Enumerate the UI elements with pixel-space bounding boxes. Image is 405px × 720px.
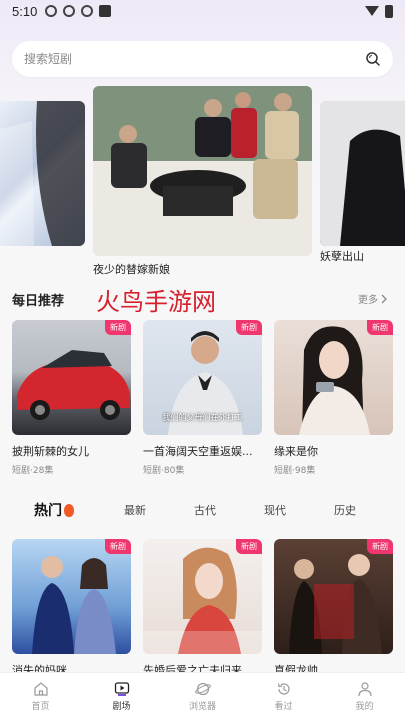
banner-caption-main[interactable]: 夜少的替嫁新娘 bbox=[93, 261, 170, 277]
hot-card[interactable]: 新剧 先婚后爱之亡夫归来 bbox=[143, 539, 262, 678]
app-notification-icon bbox=[63, 5, 76, 17]
more-link[interactable]: 更多 bbox=[358, 291, 388, 306]
card-thumbnail[interactable]: 新剧 bbox=[143, 539, 262, 654]
card-image bbox=[299, 326, 370, 435]
nav-profile[interactable]: 我的 bbox=[324, 673, 405, 720]
status-bar: 5:10 bbox=[0, 0, 405, 22]
card-thumbnail[interactable]: 我们的父母们在外打工 新剧 bbox=[143, 320, 262, 435]
tab-latest[interactable]: 最新 bbox=[124, 502, 194, 518]
card-image bbox=[143, 547, 262, 654]
bottom-navigation: 首页 剧场 浏览器 看过 我的 bbox=[0, 672, 405, 720]
nav-label: 看过 bbox=[274, 702, 293, 712]
banner-image bbox=[93, 86, 312, 256]
new-badge: 新剧 bbox=[236, 539, 262, 554]
nav-theater[interactable]: 剧场 bbox=[81, 673, 162, 720]
category-tabs: 热门 最新 古代 现代 历史 bbox=[34, 500, 404, 520]
theater-icon bbox=[114, 682, 129, 696]
app-notification-icon bbox=[81, 5, 94, 17]
new-badge: 新剧 bbox=[236, 320, 262, 335]
tab-label: 热门 bbox=[34, 503, 62, 519]
battery-icon bbox=[385, 4, 393, 18]
nav-label: 浏览器 bbox=[188, 702, 216, 712]
app-notification-icon bbox=[99, 5, 112, 17]
card-title[interactable]: 缘来是你 bbox=[274, 443, 393, 459]
card-thumbnail[interactable]: 新剧 bbox=[12, 539, 131, 654]
new-badge: 新剧 bbox=[105, 539, 131, 554]
tab-modern[interactable]: 现代 bbox=[264, 502, 334, 518]
card-meta: 短剧·98集 bbox=[274, 466, 316, 476]
banner-slide-main[interactable] bbox=[93, 86, 312, 256]
nav-history[interactable]: 看过 bbox=[243, 673, 324, 720]
banner-image bbox=[320, 101, 405, 246]
flame-icon bbox=[64, 503, 74, 517]
card-thumbnail[interactable]: 新剧 bbox=[12, 320, 131, 435]
card-meta: 短剧·80集 bbox=[143, 466, 185, 476]
banner-slide-right[interactable] bbox=[320, 101, 405, 246]
daily-card[interactable]: 新剧 披荆斩棘的女儿 短剧·28集 bbox=[12, 320, 131, 476]
card-subtitle: 我们的父母们在外打工 bbox=[162, 413, 243, 422]
banner-image bbox=[0, 101, 85, 246]
card-title[interactable]: 披荆斩棘的女儿 bbox=[12, 443, 131, 459]
banner-caption-right[interactable]: 妖孽出山 bbox=[320, 248, 364, 264]
nav-browser[interactable]: 浏览器 bbox=[162, 673, 243, 720]
more-label: 更多 bbox=[358, 295, 378, 306]
card-title[interactable]: 一首海阔天空重返娱... bbox=[143, 443, 262, 459]
history-icon bbox=[277, 683, 290, 695]
section-title-daily: 每日推荐 bbox=[12, 294, 65, 309]
new-badge: 新剧 bbox=[367, 539, 393, 554]
chevron-right-icon bbox=[381, 294, 387, 303]
new-badge: 新剧 bbox=[105, 320, 131, 335]
hot-card[interactable]: 新剧 真假龙帅 bbox=[274, 539, 393, 678]
watermark-text: 火鸟手游网 bbox=[96, 288, 216, 316]
tab-hot[interactable]: 热门 bbox=[34, 500, 124, 520]
search-icon[interactable] bbox=[365, 51, 381, 67]
nav-label: 我的 bbox=[355, 702, 374, 712]
daily-card[interactable]: 新剧 缘来是你 短剧·98集 bbox=[274, 320, 393, 476]
nav-home[interactable]: 首页 bbox=[0, 673, 81, 720]
card-image bbox=[17, 350, 130, 420]
browser-icon bbox=[194, 682, 211, 696]
tab-history[interactable]: 历史 bbox=[334, 502, 404, 518]
card-thumbnail[interactable]: 新剧 bbox=[274, 539, 393, 654]
card-thumbnail[interactable]: 新剧 bbox=[274, 320, 393, 435]
hot-card[interactable]: 新剧 消失的妈咪 bbox=[12, 539, 131, 678]
daily-card[interactable]: 我们的父母们在外打工 新剧 一首海阔天空重返娱... 短剧·80集 bbox=[143, 320, 262, 476]
search-bar[interactable] bbox=[12, 41, 393, 77]
banner-slide-left[interactable] bbox=[0, 101, 85, 246]
profile-icon bbox=[357, 682, 372, 697]
tab-ancient[interactable]: 古代 bbox=[194, 502, 264, 518]
status-time: 5:10 bbox=[12, 3, 38, 19]
nav-label: 首页 bbox=[31, 702, 50, 712]
app-notification-icon bbox=[45, 5, 58, 17]
wifi-icon bbox=[365, 6, 379, 16]
new-badge: 新剧 bbox=[367, 320, 393, 335]
search-input[interactable] bbox=[24, 52, 365, 66]
card-image bbox=[32, 556, 116, 654]
card-image bbox=[289, 554, 382, 654]
home-icon bbox=[33, 682, 48, 696]
nav-label: 剧场 bbox=[112, 702, 131, 712]
card-meta: 短剧·28集 bbox=[12, 466, 54, 476]
banner-carousel[interactable]: 夜少的替嫁新娘 妖孽出山 bbox=[0, 86, 405, 276]
